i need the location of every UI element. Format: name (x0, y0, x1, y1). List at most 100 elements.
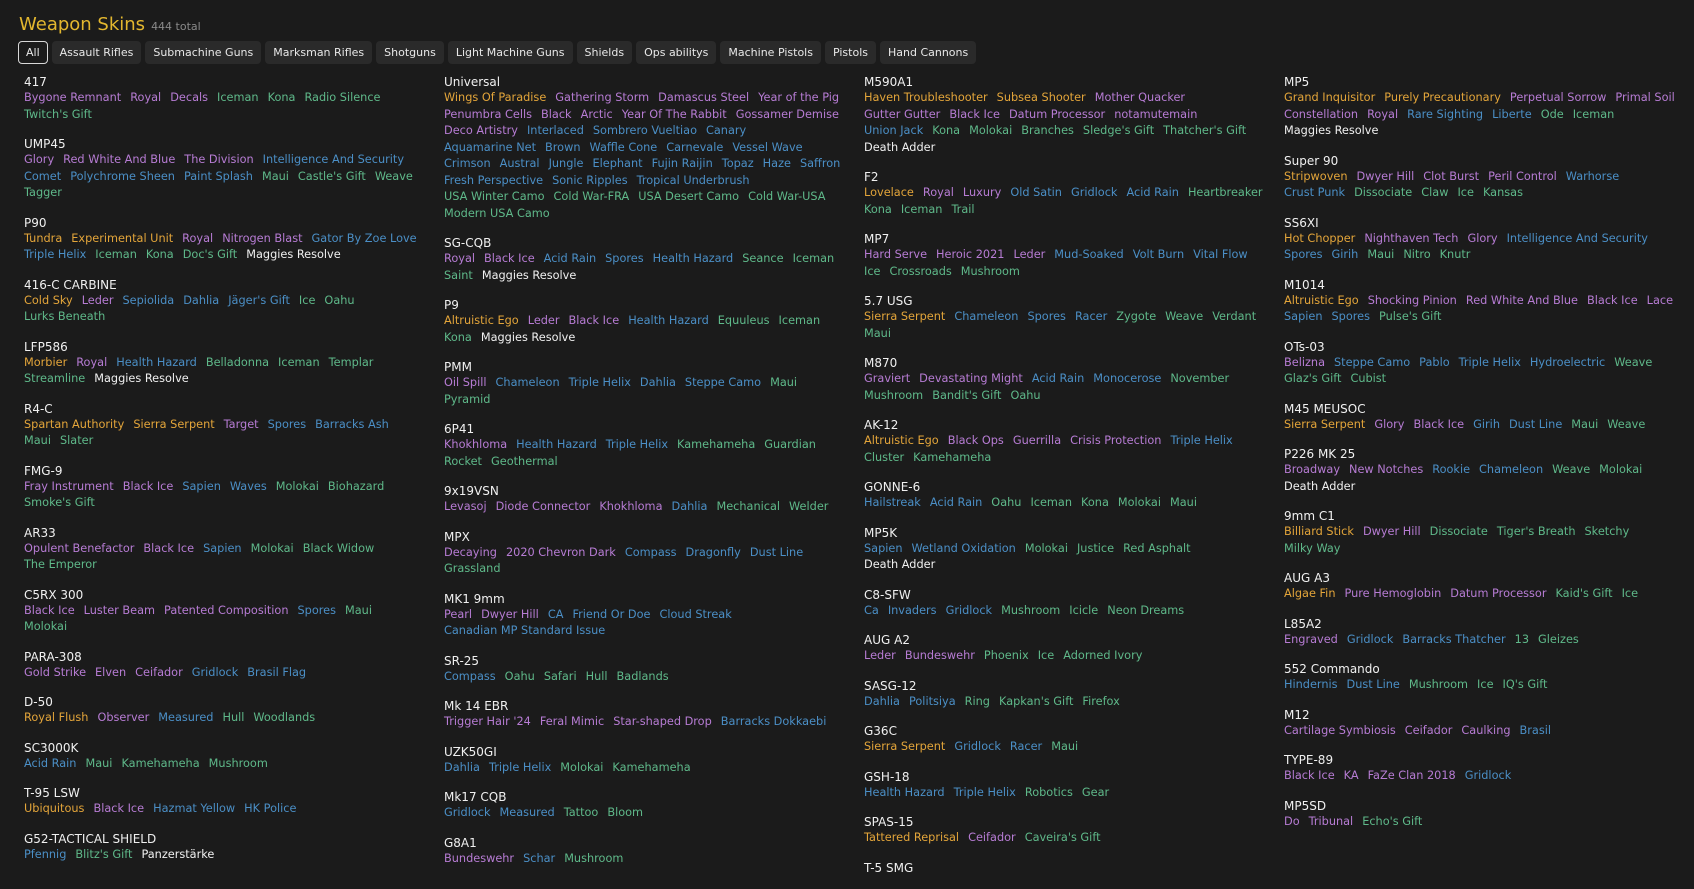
skin-link[interactable]: Rookie (1432, 462, 1470, 479)
skin-link[interactable]: Cartilage Symbiosis (1284, 723, 1396, 740)
skin-link[interactable]: Spores (298, 603, 337, 620)
skin-link[interactable]: Damascus Steel (658, 90, 749, 107)
skin-link[interactable]: Dwyer Hill (481, 607, 539, 624)
skin-link[interactable]: Steppe Camo (1334, 355, 1410, 372)
skin-link[interactable]: Branches (1021, 123, 1074, 140)
skin-link[interactable]: Geothermal (491, 454, 558, 471)
skin-link[interactable]: November (1170, 371, 1229, 388)
skin-link[interactable]: Dahlia (672, 499, 708, 516)
skin-link[interactable]: Do (1284, 814, 1300, 831)
skin-link[interactable]: Maui (24, 433, 51, 450)
skin-link[interactable]: Black Ice (24, 603, 75, 620)
skin-link[interactable]: Gossamer Demise (736, 107, 839, 124)
skin-link[interactable]: Safari (544, 669, 577, 686)
skin-link[interactable]: Ring (965, 694, 990, 711)
skin-link[interactable]: Weave (1552, 462, 1590, 479)
skin-link[interactable]: Kapkan's Gift (999, 694, 1073, 711)
skin-link[interactable]: Ice (299, 293, 316, 310)
skin-link[interactable]: Black Widow (303, 541, 375, 558)
skin-link[interactable]: Streamline (24, 371, 85, 388)
skin-link[interactable]: Badlands (617, 669, 669, 686)
skin-link[interactable]: Triple Helix (1170, 433, 1232, 450)
skin-link[interactable]: Interlaced (527, 123, 584, 140)
skin-link[interactable]: Bundeswehr (444, 851, 514, 868)
skin-link[interactable]: Friend Or Doe (572, 607, 650, 624)
skin-link[interactable]: Mushroom (1409, 677, 1468, 694)
tab-light-machine-guns[interactable]: Light Machine Guns (447, 41, 573, 64)
skin-link[interactable]: Glory (1467, 231, 1497, 248)
skin-link[interactable]: Triple Helix (569, 375, 631, 392)
skin-link[interactable]: Hazmat Yellow (153, 801, 235, 818)
skin-link[interactable]: Adorned Ivory (1063, 648, 1142, 665)
skin-link[interactable]: Gridlock (444, 805, 491, 822)
skin-link[interactable]: Vessel Wave (732, 140, 802, 157)
skin-link[interactable]: Ceifador (135, 665, 183, 682)
skin-link[interactable]: Ceifador (1405, 723, 1453, 740)
skin-link[interactable]: USA Winter Camo (444, 189, 545, 206)
skin-link[interactable]: Black Ice (143, 541, 194, 558)
skin-link[interactable]: Liberte (1492, 107, 1532, 124)
skin-link[interactable]: Sketchy (1585, 524, 1630, 541)
skin-link[interactable]: Compass (444, 669, 496, 686)
skin-link[interactable]: Maui (262, 169, 289, 186)
skin-link[interactable]: Perpetual Sorrow (1510, 90, 1606, 107)
skin-link[interactable]: Ode (1541, 107, 1564, 124)
skin-link[interactable]: HK Police (244, 801, 296, 818)
skin-link[interactable]: Black Ice (1284, 768, 1335, 785)
skin-link[interactable]: Royal (76, 355, 107, 372)
skin-link[interactable]: Maggies Resolve (481, 330, 575, 347)
skin-link[interactable]: Neon Dreams (1107, 603, 1184, 620)
skin-link[interactable]: Pulse's Gift (1379, 309, 1441, 326)
skin-link[interactable]: Ice (864, 264, 881, 281)
skin-link[interactable]: Leder (1013, 247, 1045, 264)
skin-link[interactable]: Intelligence And Security (1507, 231, 1648, 248)
skin-link[interactable]: Dwyer Hill (1363, 524, 1421, 541)
skin-link[interactable]: Haven Troubleshooter (864, 90, 988, 107)
skin-link[interactable]: Acid Rain (24, 756, 76, 773)
skin-link[interactable]: Hull (222, 710, 244, 727)
skin-link[interactable]: Kona (1081, 495, 1109, 512)
skin-link[interactable]: Slater (60, 433, 93, 450)
skin-link[interactable]: Racer (1010, 739, 1042, 756)
skin-link[interactable]: Intelligence And Security (263, 152, 404, 169)
skin-link[interactable]: Ca (864, 603, 879, 620)
skin-link[interactable]: Bygone Remnant (24, 90, 121, 107)
skin-link[interactable]: Maggies Resolve (1284, 123, 1378, 140)
skin-link[interactable]: Observer (97, 710, 149, 727)
skin-link[interactable]: Saint (444, 268, 473, 285)
skin-link[interactable]: Molokai (24, 619, 67, 636)
skin-link[interactable]: Luster Beam (84, 603, 155, 620)
skin-link[interactable]: Cold War-USA (748, 189, 825, 206)
skin-link[interactable]: Spartan Authority (24, 417, 124, 434)
skin-link[interactable]: Leder (82, 293, 114, 310)
skin-link[interactable]: Dragonfly (686, 545, 741, 562)
skin-link[interactable]: Black Ice (1413, 417, 1464, 434)
skin-link[interactable]: Hot Chopper (1284, 231, 1355, 248)
skin-link[interactable]: Gator By Zoe Love (312, 231, 417, 248)
skin-link[interactable]: Justice (1077, 541, 1114, 558)
skin-link[interactable]: Radio Silence (304, 90, 380, 107)
skin-link[interactable]: Kamehameha (121, 756, 199, 773)
skin-link[interactable]: Cold Sky (24, 293, 73, 310)
skin-link[interactable]: Welder (789, 499, 828, 516)
skin-link[interactable]: Nitro (1403, 247, 1430, 264)
tab-marksman-rifles[interactable]: Marksman Rifles (265, 41, 373, 64)
skin-link[interactable]: Oahu (991, 495, 1021, 512)
skin-link[interactable]: Mushroom (1001, 603, 1060, 620)
skin-link[interactable]: Heroic 2021 (936, 247, 1004, 264)
tab-pistols[interactable]: Pistols (824, 41, 876, 64)
skin-link[interactable]: Dust Line (1347, 677, 1400, 694)
skin-link[interactable]: Red White And Blue (1466, 293, 1578, 310)
skin-link[interactable]: Sierra Serpent (864, 309, 945, 326)
skin-link[interactable]: Spores (605, 251, 644, 268)
skin-link[interactable]: Bandit's Gift (932, 388, 1001, 405)
skin-link[interactable]: KA (1344, 768, 1359, 785)
skin-link[interactable]: Altruistic Ego (864, 433, 939, 450)
skin-link[interactable]: 13 (1515, 632, 1529, 649)
skin-link[interactable]: Brasil Flag (247, 665, 306, 682)
skin-link[interactable]: IQ's Gift (1503, 677, 1548, 694)
skin-link[interactable]: Luxury (963, 185, 1001, 202)
skin-link[interactable]: Grand Inquisitor (1284, 90, 1375, 107)
skin-link[interactable]: Leder (528, 313, 560, 330)
skin-link[interactable]: Echo's Gift (1362, 814, 1422, 831)
